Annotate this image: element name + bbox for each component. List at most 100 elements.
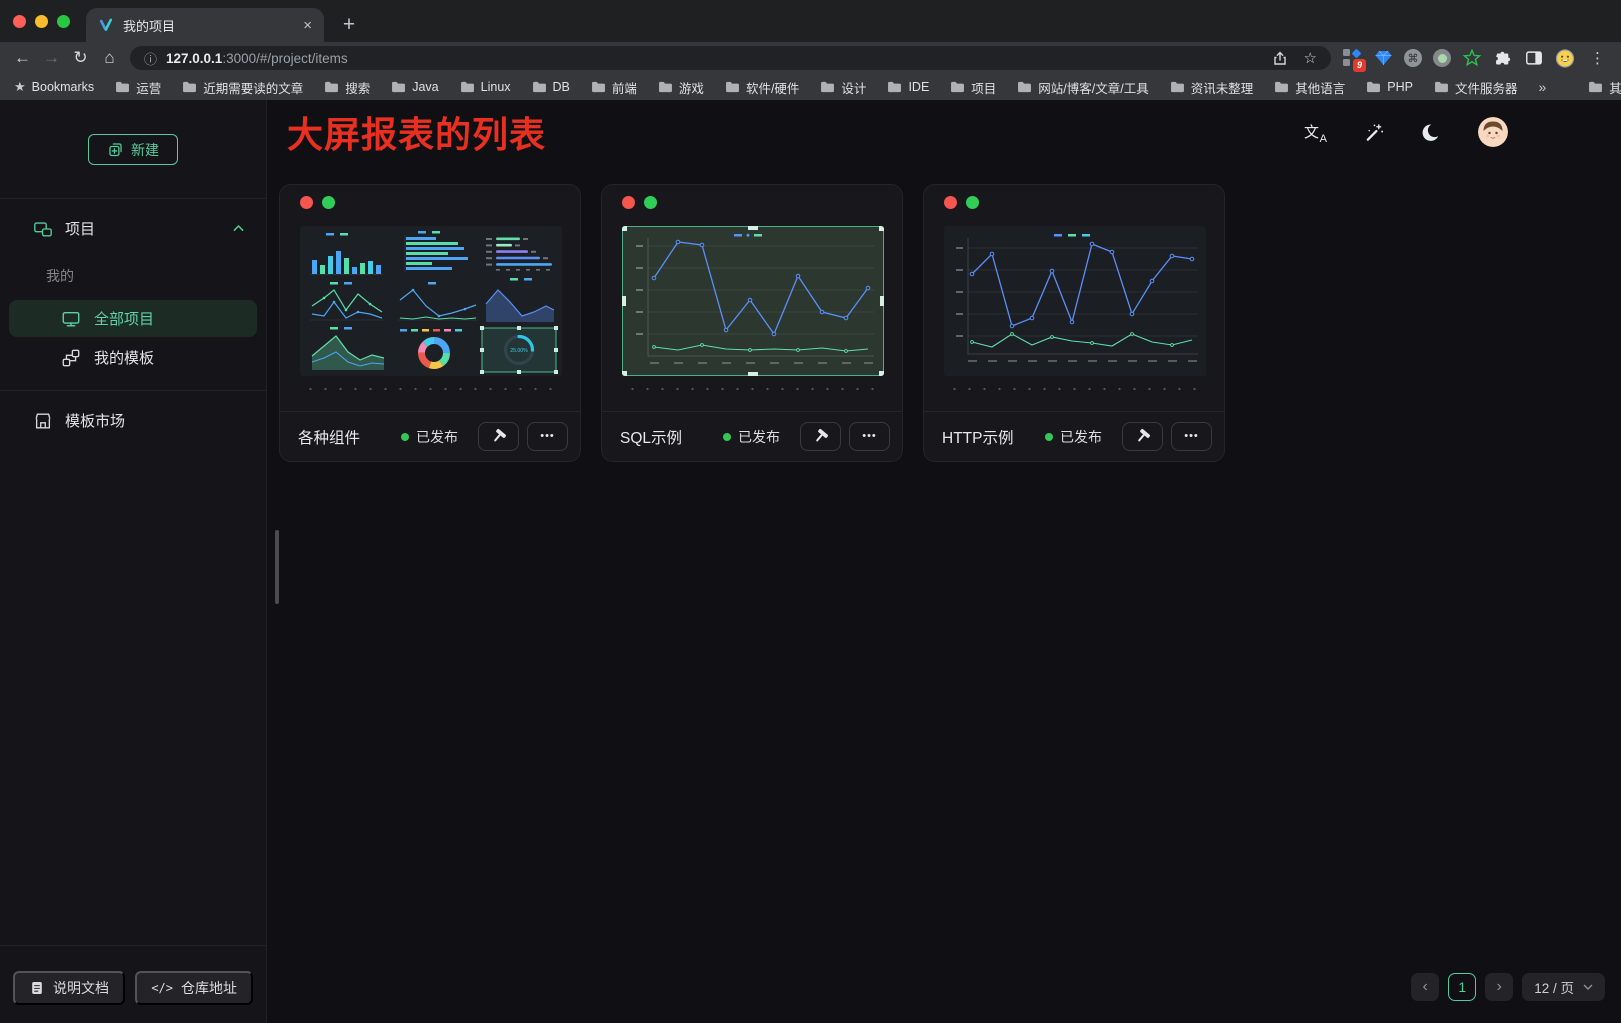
more-actions-button[interactable]: •••: [849, 422, 890, 451]
extensions-row: 9 ⌘: [1339, 48, 1613, 68]
bookmark-folder[interactable]: Linux: [460, 80, 511, 94]
folder-icon: [1434, 81, 1449, 93]
folder-icon: [1170, 81, 1185, 93]
dark-mode-moon-button[interactable]: [1420, 120, 1444, 144]
current-page-button[interactable]: 1: [1448, 973, 1476, 1001]
card-red-dot: [300, 196, 313, 209]
chevron-up-icon[interactable]: [231, 221, 246, 236]
bookmark-folder[interactable]: 文件服务器: [1434, 78, 1518, 97]
project-card[interactable]: 25.00% 各种组件 已发布: [279, 184, 581, 462]
more-actions-button[interactable]: •••: [1171, 422, 1212, 451]
bookmark-folder[interactable]: 资讯未整理: [1170, 78, 1254, 97]
window-close-button[interactable]: [13, 15, 26, 28]
folder-icon: [1274, 81, 1289, 93]
status-dot: [1045, 433, 1053, 441]
sidebar-item-template-market[interactable]: 模板市场: [0, 399, 266, 442]
bookmark-folder[interactable]: DB: [532, 80, 570, 94]
page-size-select[interactable]: 12 / 页: [1522, 973, 1605, 1001]
hammer-icon: [812, 428, 829, 445]
sidebar-group-projects[interactable]: 项目: [0, 207, 266, 250]
status-badge: 已发布: [723, 427, 780, 447]
window-controls: [0, 15, 86, 28]
browser-tab[interactable]: 我的项目 ×: [86, 8, 324, 42]
folder-icon: [391, 81, 406, 93]
bookmark-folder[interactable]: 近期需要读的文章: [182, 78, 303, 97]
back-icon[interactable]: ←: [8, 44, 37, 73]
bookmark-folder[interactable]: IDE: [887, 80, 929, 94]
green-star-extension-icon[interactable]: [1462, 48, 1482, 68]
bookmark-folder[interactable]: 网站/博客/文章/工具: [1017, 78, 1148, 97]
bookmark-folder[interactable]: 设计: [820, 78, 866, 97]
project-card[interactable]: HTTP示例 已发布: [923, 184, 1225, 462]
bookmark-star-icon[interactable]: ☆: [1304, 49, 1317, 67]
forward-icon[interactable]: →: [37, 44, 66, 73]
magic-wand-button[interactable]: [1362, 120, 1386, 144]
folder-icon: [887, 81, 902, 93]
translate-button[interactable]: 文 A: [1304, 121, 1328, 143]
tab-strip: 我的项目 × +: [0, 0, 1621, 42]
window-minimize-button[interactable]: [35, 15, 48, 28]
user-avatar[interactable]: [1478, 117, 1508, 147]
project-name: SQL示例: [620, 426, 723, 448]
bookmark-folder[interactable]: Java: [391, 80, 438, 94]
recorder-extension-icon[interactable]: [1433, 49, 1451, 67]
sidebar-footer: 说明文档 </> 仓库地址: [0, 945, 266, 1023]
bookmark-folder[interactable]: 其他语言: [1274, 78, 1345, 97]
edit-project-button[interactable]: [800, 422, 841, 451]
card-red-dot: [622, 196, 635, 209]
more-icon: •••: [1184, 431, 1199, 442]
address-bar[interactable]: ⓘ 127.0.0.1:3000/#/project/items ☆: [130, 46, 1331, 70]
bookmarks-overflow-chevron[interactable]: »: [1538, 79, 1546, 95]
bookmark-folder[interactable]: 前端: [591, 78, 637, 97]
bookmark-folder[interactable]: 软件/硬件: [725, 78, 799, 97]
project-preview-thumbnail: 25.00%: [300, 226, 562, 376]
share-icon[interactable]: [1272, 50, 1288, 66]
repository-button[interactable]: </> 仓库地址: [135, 971, 253, 1005]
new-project-button[interactable]: 新建: [88, 134, 178, 165]
command-extension-icon[interactable]: ⌘: [1404, 49, 1422, 67]
home-icon[interactable]: ⌂: [95, 44, 124, 73]
goview-logo-favicon: [98, 17, 114, 33]
status-badge: 已发布: [401, 427, 458, 447]
project-card-grid: 25.00% 各种组件 已发布: [267, 164, 1621, 462]
card-red-dot: [944, 196, 957, 209]
edit-project-button[interactable]: [478, 422, 519, 451]
hammer-icon: [490, 428, 507, 445]
docs-button[interactable]: 说明文档: [13, 971, 125, 1005]
edit-project-button[interactable]: [1122, 422, 1163, 451]
window-zoom-button[interactable]: [57, 15, 70, 28]
sidebar-item-all-projects[interactable]: 全部项目: [9, 300, 257, 337]
side-panel-icon[interactable]: [1524, 48, 1544, 68]
bookmark-folder[interactable]: 搜索: [324, 78, 370, 97]
extension-badge: 9: [1353, 59, 1366, 72]
bookmark-folder[interactable]: PHP: [1366, 80, 1413, 94]
bookmark-folder[interactable]: 运营: [115, 78, 161, 97]
bookmarks-home[interactable]: ★ Bookmarks: [14, 79, 94, 95]
sidebar-item-my-templates[interactable]: 我的模板: [9, 339, 257, 376]
monitor-icon: [61, 309, 81, 329]
more-actions-button[interactable]: •••: [527, 422, 568, 451]
bookmark-folder[interactable]: 项目: [950, 78, 996, 97]
project-card[interactable]: SQL示例 已发布: [601, 184, 903, 462]
app-sidebar: 新建 项目 我的 全部项目: [0, 100, 267, 1023]
profile-avatar-emoji-icon[interactable]: [1555, 48, 1575, 68]
card-green-dot: [322, 196, 335, 209]
next-page-button[interactable]: ›: [1485, 973, 1513, 1001]
reload-icon[interactable]: ↻: [66, 44, 95, 73]
tab-close-icon[interactable]: ×: [303, 18, 312, 33]
prev-page-button[interactable]: ‹: [1411, 973, 1439, 1001]
main-content: 大屏报表的列表 文 A: [267, 100, 1621, 1023]
bookmarks-star-icon: ★: [14, 79, 26, 95]
tab-manager-extension-icon[interactable]: 9: [1343, 49, 1362, 68]
scrollbar-thumb[interactable]: [275, 530, 279, 604]
other-bookmarks[interactable]: 其他书签: [1588, 78, 1621, 97]
bookmark-folder[interactable]: 游戏: [658, 78, 704, 97]
url-host: 127.0.0.1: [166, 51, 222, 66]
site-info-icon[interactable]: ⓘ: [144, 49, 157, 68]
new-tab-button[interactable]: +: [334, 10, 364, 40]
sidebar-sublabel-mine: 我的: [0, 250, 266, 298]
browser-toolbar: ← → ↻ ⌂ ⓘ 127.0.0.1:3000/#/project/items…: [0, 42, 1621, 74]
gem-extension-icon[interactable]: [1373, 48, 1393, 68]
extensions-puzzle-icon[interactable]: [1493, 48, 1513, 68]
browser-menu-icon[interactable]: ⋮: [1586, 49, 1609, 67]
